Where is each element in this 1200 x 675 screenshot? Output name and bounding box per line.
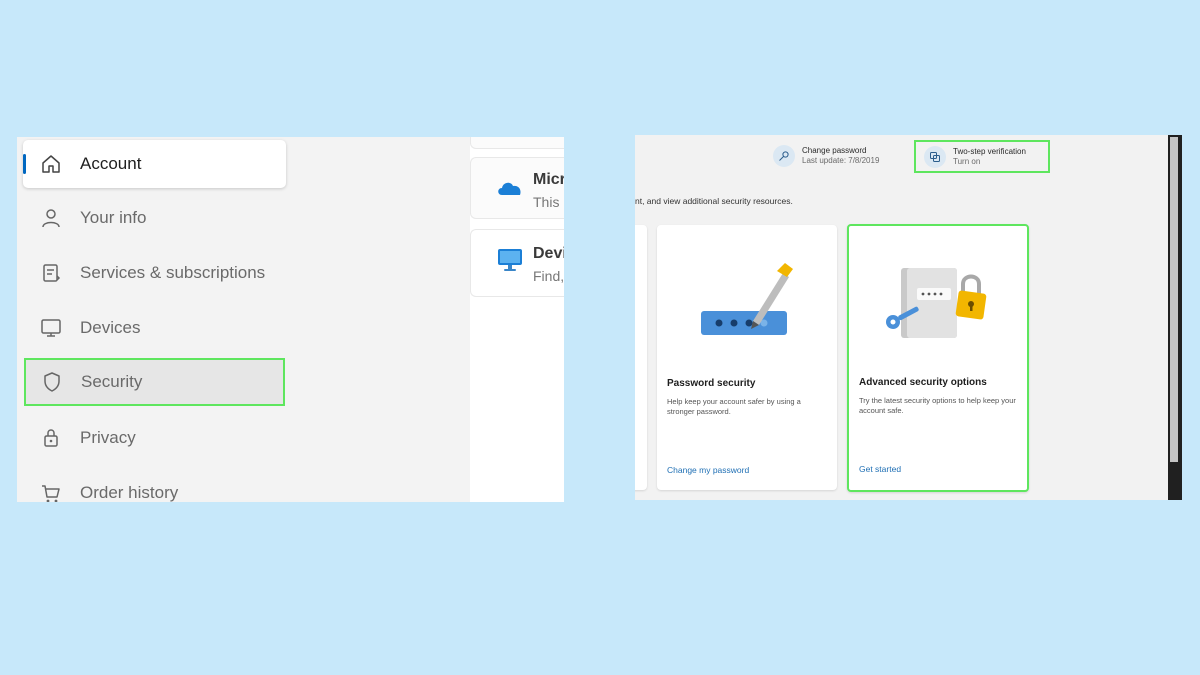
nav-item-privacy[interactable]: Privacy	[23, 414, 286, 462]
password-illustration-icon	[701, 263, 793, 335]
card-partial	[470, 137, 564, 149]
card-partial	[635, 225, 647, 490]
card-title: Password security	[667, 378, 756, 389]
active-indicator	[23, 154, 26, 174]
scrollbar-thumb[interactable]	[1170, 137, 1178, 462]
password-security-card[interactable]: Password security Help keep your account…	[657, 225, 837, 490]
get-started-link[interactable]: Get started	[859, 464, 901, 474]
nav-item-devices[interactable]: Devices	[23, 304, 286, 352]
nav-item-account[interactable]: Account	[23, 140, 286, 188]
card-devices[interactable]: Devi Find,	[470, 229, 564, 297]
person-icon	[42, 209, 60, 228]
nav-item-order-history[interactable]: Order history	[23, 469, 286, 502]
nav-label: Devices	[80, 318, 141, 337]
card-title: Advanced security options	[859, 377, 987, 388]
advanced-security-options-card[interactable]: Advanced security options Try the latest…	[847, 224, 1029, 492]
nav-label: Account	[80, 154, 142, 173]
shield-icon	[44, 372, 60, 392]
cart-icon	[42, 485, 60, 502]
change-password-action[interactable]: Change password Last update: 7/8/2019	[773, 145, 879, 167]
receipt-icon	[43, 264, 61, 282]
two-step-verification-action[interactable]: Two-step verification Turn on	[914, 140, 1050, 173]
nav-item-security[interactable]: Security	[24, 358, 285, 406]
nav-label: Privacy	[80, 428, 136, 447]
monitor-icon	[498, 249, 522, 271]
scrollbar[interactable]	[1168, 135, 1182, 500]
lock-icon	[44, 429, 58, 447]
two-step-title: Two-step verification	[953, 146, 1026, 156]
content-column: Micr This i Devi Find,	[470, 137, 564, 502]
nav-label: Services & subscriptions	[80, 263, 266, 282]
two-step-status: Turn on	[953, 156, 981, 166]
home-icon	[42, 155, 60, 173]
change-password-title: Change password	[802, 146, 867, 155]
change-password-last-update: Last update: 7/8/2019	[802, 156, 880, 165]
nav-label: Security	[81, 372, 143, 391]
change-my-password-link[interactable]: Change my password	[667, 465, 749, 475]
key-icon	[773, 145, 795, 167]
security-page-screenshot: Change password Last update: 7/8/2019 Tw…	[635, 135, 1182, 500]
cloud-icon	[498, 182, 521, 195]
card-subtitle: This i	[533, 194, 564, 210]
security-intro-text: nt, and view additional security resourc…	[635, 196, 793, 206]
security-illustration-icon	[886, 268, 987, 338]
card-title: Devi	[533, 245, 564, 262]
account-nav-screenshot: Account Your info Services & subscriptio…	[17, 137, 564, 502]
monitor-icon	[41, 319, 61, 337]
card-description: Try the latest security options to help …	[859, 396, 1016, 415]
nav-label: Order history	[80, 483, 179, 502]
nav-label: Your info	[80, 208, 147, 227]
card-description: Help keep your account safer by using a …	[667, 397, 801, 416]
nav-item-services[interactable]: Services & subscriptions	[23, 249, 286, 297]
card-microsoft[interactable]: Micr This i	[470, 157, 564, 219]
card-title: Micr	[533, 171, 564, 188]
card-subtitle: Find,	[533, 268, 564, 284]
nav-item-your-info[interactable]: Your info	[23, 194, 286, 242]
verification-icon	[924, 145, 946, 168]
